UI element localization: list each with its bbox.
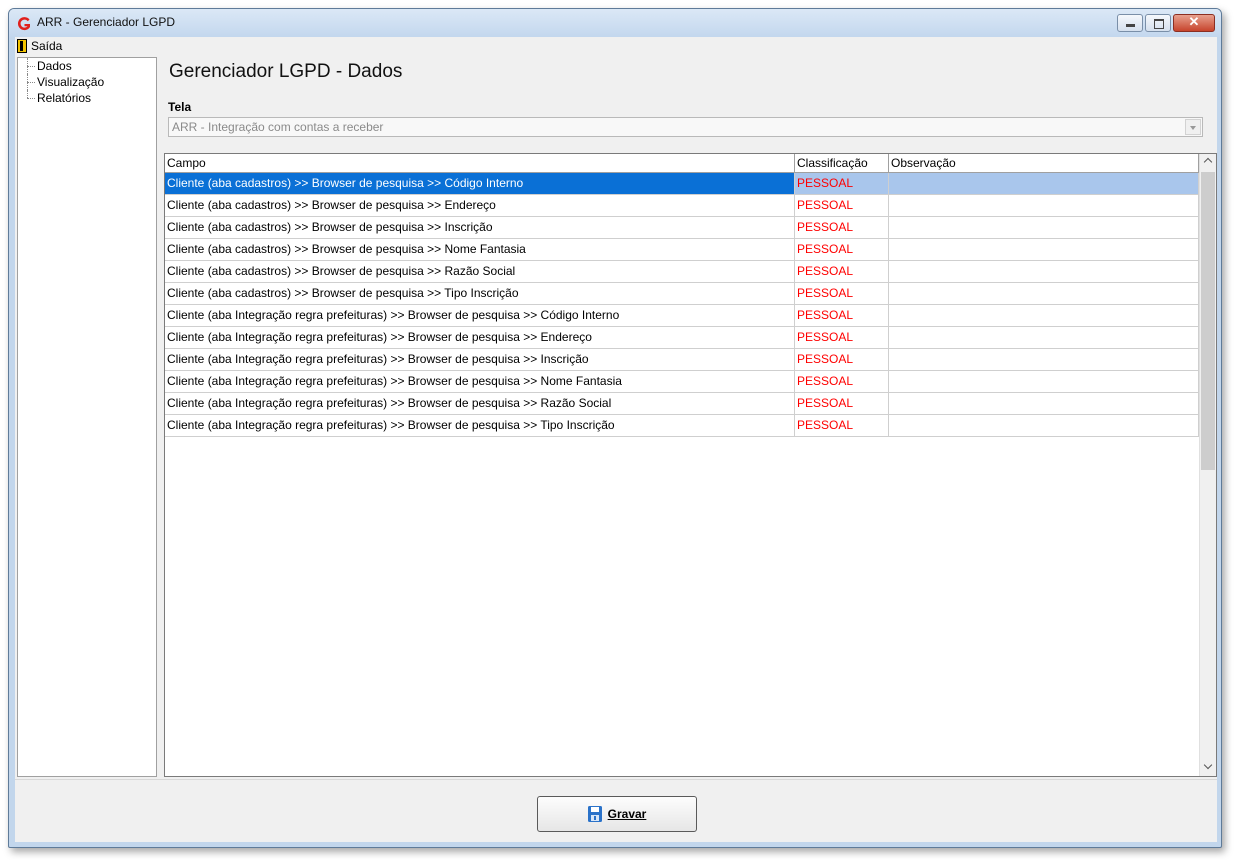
close-button[interactable]: ✕ (1173, 14, 1215, 32)
app-logo-icon (17, 17, 30, 31)
table-row[interactable]: Cliente (aba cadastros) >> Browser de pe… (165, 173, 1199, 195)
column-header-observacao[interactable]: Observação (889, 154, 1199, 172)
cell-campo[interactable]: Cliente (aba cadastros) >> Browser de pe… (165, 283, 795, 304)
tree-item-dados[interactable]: Dados (18, 58, 156, 74)
minimize-icon (1126, 24, 1135, 27)
scroll-up-icon[interactable] (1200, 154, 1216, 171)
cell-campo[interactable]: Cliente (aba Integração regra prefeitura… (165, 393, 795, 414)
cell-observacao[interactable] (889, 283, 1199, 304)
table-row[interactable]: Cliente (aba cadastros) >> Browser de pe… (165, 195, 1199, 217)
table-row[interactable]: Cliente (aba Integração regra prefeitura… (165, 415, 1199, 437)
cell-classificacao[interactable]: PESSOAL (795, 195, 889, 216)
cell-campo[interactable]: Cliente (aba Integração regra prefeitura… (165, 327, 795, 348)
menu-item-exit[interactable]: Saída (17, 38, 62, 54)
tree-item-relatorios[interactable]: Relatórios (18, 90, 156, 106)
cell-campo[interactable]: Cliente (aba Integração regra prefeitura… (165, 305, 795, 326)
cell-classificacao[interactable]: PESSOAL (795, 327, 889, 348)
navigation-tree: Dados Visualização Relatórios (17, 57, 157, 777)
data-grid: Campo Classificação Observação Cliente (… (164, 153, 1217, 777)
minimize-button[interactable] (1117, 14, 1143, 32)
cell-campo[interactable]: Cliente (aba cadastros) >> Browser de pe… (165, 261, 795, 282)
main-panel: Gerenciador LGPD - Dados Tela ARR - Inte… (159, 57, 1217, 777)
floppy-disk-icon (587, 806, 602, 822)
cell-classificacao[interactable]: PESSOAL (795, 283, 889, 304)
table-row[interactable]: Cliente (aba cadastros) >> Browser de pe… (165, 217, 1199, 239)
grid-rows: Cliente (aba cadastros) >> Browser de pe… (165, 173, 1199, 437)
cell-observacao[interactable] (889, 195, 1199, 216)
column-header-campo[interactable]: Campo (165, 154, 795, 172)
cell-campo[interactable]: Cliente (aba Integração regra prefeitura… (165, 349, 795, 370)
scroll-thumb[interactable] (1201, 172, 1215, 470)
cell-observacao[interactable] (889, 415, 1199, 436)
title-bar[interactable]: ARR - Gerenciador LGPD ✕ (9, 9, 1221, 37)
cell-classificacao[interactable]: PESSOAL (795, 393, 889, 414)
cell-observacao[interactable] (889, 239, 1199, 260)
table-row[interactable]: Cliente (aba Integração regra prefeitura… (165, 305, 1199, 327)
cell-classificacao[interactable]: PESSOAL (795, 173, 889, 194)
cell-observacao[interactable] (889, 261, 1199, 282)
cell-campo[interactable]: Cliente (aba Integração regra prefeitura… (165, 371, 795, 392)
vertical-scrollbar[interactable] (1199, 154, 1216, 776)
tela-label: Tela (168, 100, 192, 114)
cell-observacao[interactable] (889, 305, 1199, 326)
cell-observacao[interactable] (889, 349, 1199, 370)
exit-door-icon (17, 39, 27, 53)
cell-observacao[interactable] (889, 371, 1199, 392)
cell-classificacao[interactable]: PESSOAL (795, 261, 889, 282)
cell-observacao[interactable] (889, 217, 1199, 238)
window-controls: ✕ (1117, 14, 1215, 32)
cell-classificacao[interactable]: PESSOAL (795, 217, 889, 238)
cell-campo[interactable]: Cliente (aba cadastros) >> Browser de pe… (165, 239, 795, 260)
client-area: Saída Dados Visualização Relatórios Gere… (15, 37, 1217, 842)
cell-classificacao[interactable]: PESSOAL (795, 371, 889, 392)
close-icon: ✕ (1188, 14, 1200, 29)
save-button-label: Gravar (607, 807, 647, 821)
maximize-button[interactable] (1145, 14, 1171, 32)
chevron-down-icon[interactable] (1185, 119, 1201, 135)
tree-item-visualizacao[interactable]: Visualização (18, 74, 156, 90)
table-row[interactable]: Cliente (aba cadastros) >> Browser de pe… (165, 239, 1199, 261)
cell-campo[interactable]: Cliente (aba cadastros) >> Browser de pe… (165, 173, 795, 194)
maximize-icon (1154, 19, 1164, 29)
tela-select[interactable]: ARR - Integração com contas a receber (168, 117, 1203, 137)
app-window: ARR - Gerenciador LGPD ✕ Saída Dados Vis… (8, 8, 1222, 848)
page-title: Gerenciador LGPD - Dados (169, 61, 403, 82)
tela-select-value: ARR - Integração com contas a receber (172, 120, 384, 134)
cell-observacao[interactable] (889, 173, 1199, 194)
grid-header: Campo Classificação Observação (165, 154, 1199, 173)
table-row[interactable]: Cliente (aba Integração regra prefeitura… (165, 393, 1199, 415)
window-title: ARR - Gerenciador LGPD (37, 15, 176, 29)
save-button[interactable]: Gravar (537, 796, 697, 832)
table-row[interactable]: Cliente (aba Integração regra prefeitura… (165, 371, 1199, 393)
table-row[interactable]: Cliente (aba Integração regra prefeitura… (165, 349, 1199, 371)
cell-classificacao[interactable]: PESSOAL (795, 349, 889, 370)
column-header-classificacao[interactable]: Classificação (795, 154, 889, 172)
menu-bar: Saída (15, 37, 1217, 55)
cell-campo[interactable]: Cliente (aba cadastros) >> Browser de pe… (165, 217, 795, 238)
table-row[interactable]: Cliente (aba Integração regra prefeitura… (165, 327, 1199, 349)
cell-observacao[interactable] (889, 393, 1199, 414)
cell-classificacao[interactable]: PESSOAL (795, 239, 889, 260)
footer-bar: Gravar (15, 779, 1217, 842)
cell-classificacao[interactable]: PESSOAL (795, 305, 889, 326)
table-row[interactable]: Cliente (aba cadastros) >> Browser de pe… (165, 283, 1199, 305)
cell-classificacao[interactable]: PESSOAL (795, 415, 889, 436)
cell-observacao[interactable] (889, 327, 1199, 348)
menu-item-exit-label: Saída (31, 39, 63, 53)
table-row[interactable]: Cliente (aba cadastros) >> Browser de pe… (165, 261, 1199, 283)
cell-campo[interactable]: Cliente (aba Integração regra prefeitura… (165, 415, 795, 436)
scroll-down-icon[interactable] (1200, 759, 1216, 776)
cell-campo[interactable]: Cliente (aba cadastros) >> Browser de pe… (165, 195, 795, 216)
